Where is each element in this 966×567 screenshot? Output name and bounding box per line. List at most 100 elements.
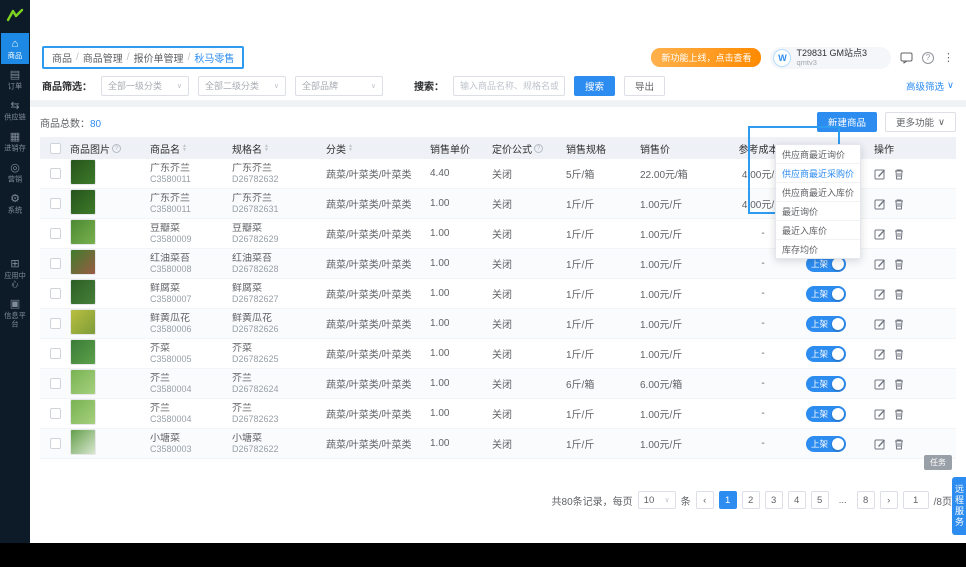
row-actions [870,438,916,450]
search-label: 搜索： [414,78,444,93]
column-header-spec[interactable]: 规格名▲▼ [228,141,322,156]
row-checkbox[interactable] [50,168,61,179]
row-checkbox[interactable] [50,258,61,269]
page-button[interactable]: 8 [857,491,875,509]
search-input[interactable] [453,76,565,96]
create-product-button[interactable]: 新建商品 [817,112,877,132]
delete-icon[interactable] [893,438,905,450]
cost-cell: - [720,438,802,449]
cost-menu-item[interactable]: 最近询价 [776,202,860,221]
help-icon[interactable]: ? [922,52,934,64]
task-badge[interactable]: 任务 [924,455,952,470]
delete-icon[interactable] [893,318,905,330]
edit-icon[interactable] [874,318,886,330]
sidebar-item-marketing[interactable]: ◎营销 [1,157,29,188]
delete-icon[interactable] [893,288,905,300]
category-select-2[interactable]: 全部二级分类∨ [198,76,286,96]
user-menu[interactable]: W T29831 GM站点3 qmtv3 [770,47,891,69]
cost-menu-item[interactable]: 最近入库价 [776,221,860,240]
page-size-select[interactable]: 10∨ [638,491,676,509]
delete-icon[interactable] [893,198,905,210]
prev-page-button[interactable]: ‹ [696,491,714,509]
pricing-formula-cell: 关闭 [488,436,562,451]
sidebar-item-supply-chain[interactable]: ⇆供应链 [1,95,29,126]
edit-icon[interactable] [874,228,886,240]
edit-icon[interactable] [874,378,886,390]
total-count-label: 商品总数： [40,119,90,130]
cost-menu-item[interactable]: 供应商最近询价 [776,145,860,164]
sidebar-item-app-center[interactable]: ⊞应用中心 [1,253,29,293]
page-button[interactable]: 2 [742,491,760,509]
sidebar-item-orders[interactable]: ▤订单 [1,64,29,95]
row-checkbox[interactable] [50,288,61,299]
delete-icon[interactable] [893,378,905,390]
category-select-1[interactable]: 全部一级分类∨ [101,76,189,96]
more-actions-button[interactable]: 更多功能 ∨ [885,112,956,132]
cost-menu-item[interactable]: 供应商最近入库价 [776,183,860,202]
column-header-category[interactable]: 分类▲▼ [322,141,426,156]
advanced-filter-link[interactable]: 高级筛选 ∨ [906,79,954,93]
sidebar-item-info-platform[interactable]: ▣信息平台 [1,293,29,333]
delete-icon[interactable] [893,348,905,360]
status-toggle[interactable]: 上架 [806,406,846,422]
status-toggle[interactable]: 上架 [806,346,846,362]
new-feature-banner[interactable]: 新功能上线，点击查看 [651,48,761,67]
edit-icon[interactable] [874,348,886,360]
edit-icon[interactable] [874,198,886,210]
status-toggle[interactable]: 上架 [806,316,846,332]
export-button[interactable]: 导出 [624,76,665,96]
sidebar-item-goods[interactable]: ⌂商品 [1,33,29,64]
search-button[interactable]: 搜索 [574,76,615,96]
page-button[interactable]: 4 [788,491,806,509]
edit-icon[interactable] [874,258,886,270]
status-toggle[interactable]: 上架 [806,286,846,302]
edit-icon[interactable] [874,168,886,180]
unit-price-cell: 1.00 [426,258,488,269]
edit-icon[interactable] [874,288,886,300]
delete-icon[interactable] [893,228,905,240]
sale-price-cell: 1.00元/斤 [636,286,720,301]
edit-icon[interactable] [874,408,886,420]
breadcrumb-item[interactable]: 报价单管理 [134,50,184,65]
select-all-checkbox[interactable] [50,143,61,154]
sort-icon[interactable]: ▲▼ [264,144,269,152]
header-bar: 商品/商品管理/报价单管理/秋马零售 新功能上线，点击查看 W T29831 G… [30,44,966,71]
chevron-down-icon: ∨ [938,117,945,128]
sidebar-item-label: 营销 [2,175,27,183]
page-button[interactable]: 5 [811,491,829,509]
row-checkbox[interactable] [50,408,61,419]
status-toggle[interactable]: 上架 [806,436,846,452]
cost-menu-item[interactable]: 库存均价 [776,240,860,258]
sort-icon[interactable]: ▲▼ [348,144,353,152]
row-checkbox[interactable] [50,198,61,209]
page-jump-input[interactable] [903,491,929,509]
delete-icon[interactable] [893,258,905,270]
product-name: 芥兰 [150,373,170,384]
sort-icon[interactable]: ▲▼ [182,144,187,152]
delete-icon[interactable] [893,408,905,420]
more-dots-icon[interactable]: ⋮ [943,51,954,64]
edit-icon[interactable] [874,438,886,450]
advanced-filter-label: 高级筛选 [906,79,944,93]
next-page-button[interactable]: › [880,491,898,509]
category-select-3[interactable]: 全部品牌∨ [295,76,383,96]
unit-price-cell: 1.00 [426,288,488,299]
unit-price-cell: 1.00 [426,378,488,389]
row-checkbox[interactable] [50,348,61,359]
cost-menu-item[interactable]: 供应商最近采购价 [776,164,860,183]
page-button[interactable]: 3 [765,491,783,509]
row-checkbox[interactable] [50,438,61,449]
page-button[interactable]: 1 [719,491,737,509]
sidebar-item-inventory[interactable]: ▦进销存 [1,126,29,157]
row-checkbox[interactable] [50,228,61,239]
breadcrumb-item[interactable]: 商品管理 [83,50,123,65]
sidebar-item-system[interactable]: ⚙系统 [1,188,29,219]
delete-icon[interactable] [893,168,905,180]
breadcrumb-item[interactable]: 商品 [52,50,72,65]
message-icon[interactable] [900,52,913,64]
row-checkbox[interactable] [50,318,61,329]
row-checkbox[interactable] [50,378,61,389]
remote-service-tab[interactable]: 远程服务 [952,477,966,535]
column-header-name[interactable]: 商品名▲▼ [146,141,228,156]
status-toggle[interactable]: 上架 [806,376,846,392]
